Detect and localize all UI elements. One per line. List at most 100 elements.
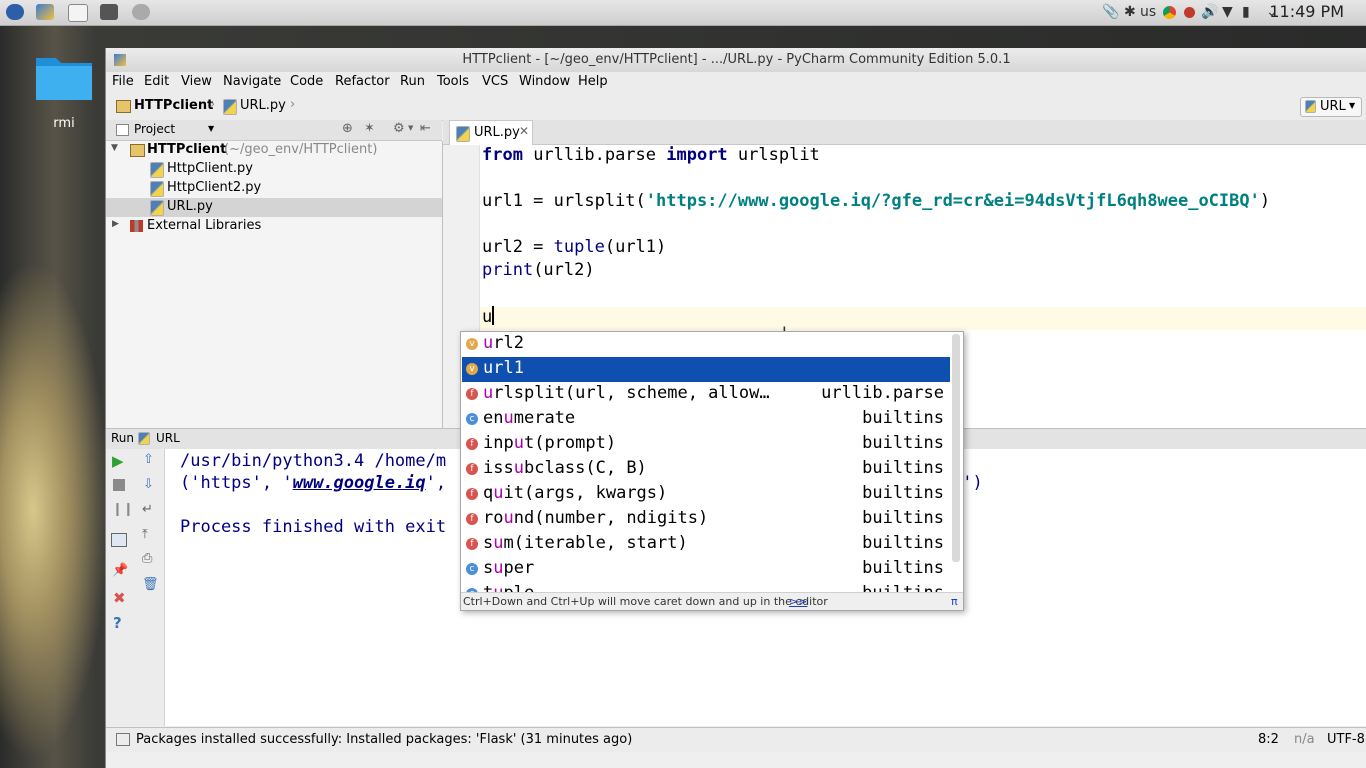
menu-help[interactable]: Help (578, 74, 608, 89)
tree-external-libraries[interactable]: ▶ External Libraries (106, 217, 442, 236)
console-link[interactable]: www.google.iq (293, 473, 426, 493)
layout-icon[interactable] (111, 533, 127, 547)
file-encoding[interactable]: UTF-8 (1327, 732, 1365, 747)
tree-file-selected[interactable]: URL.py (106, 198, 442, 217)
pin-icon[interactable]: 📌 (112, 563, 128, 578)
run-config-dropdown[interactable]: URL ▼ (1300, 97, 1362, 117)
terminal-icon[interactable] (100, 4, 118, 20)
caret-position[interactable]: 8:2 (1258, 732, 1279, 747)
keyboard-layout[interactable]: us (1140, 4, 1156, 20)
menu-edit[interactable]: Edit (144, 74, 169, 89)
completion-item[interactable]: f urlsplit(url, scheme, allow… urllib.pars… (462, 382, 950, 407)
completion-item[interactable]: f round(number, ndigits) builtins (462, 507, 950, 532)
wifi-icon[interactable]: ▼ (1222, 4, 1233, 20)
popup-scrollbar[interactable] (952, 334, 960, 562)
python-file-icon (150, 200, 164, 216)
completion-item-source: builtins (862, 483, 944, 503)
completion-item[interactable]: c enumerate builtins (462, 407, 950, 432)
completion-item[interactable]: f quit(args, kwargs) builtins (462, 482, 950, 507)
close-icon[interactable]: ✖ (113, 589, 126, 607)
project-panel-title[interactable]: Project (134, 122, 175, 136)
tree-file[interactable]: HttpClient.py (106, 160, 442, 179)
completion-item[interactable]: v url2 (462, 332, 950, 357)
wallpaper-detail (0, 260, 110, 760)
close-icon[interactable]: ✕ (519, 124, 529, 138)
gear-icon[interactable]: ⚙ (393, 121, 405, 136)
python-file-icon (150, 162, 164, 178)
tab-url-py[interactable]: URL.py ✕ (449, 120, 533, 145)
status-message[interactable]: Packages installed successfully: Install… (136, 732, 632, 747)
help-icon[interactable]: ? (113, 614, 122, 632)
collapse-icon[interactable]: ✶ (364, 121, 375, 136)
window-title: HTTPclient - [~/geo_env/HTTPclient] - ..… (462, 52, 1011, 67)
menu-navigate[interactable]: Navigate (223, 74, 281, 89)
record-icon[interactable] (1184, 7, 1195, 18)
code-completion-popup: v url2 v url1 f urlsplit(url, scheme, allow… u… (460, 331, 964, 611)
window-icon[interactable] (68, 4, 88, 22)
hide-panel-icon[interactable]: ⇤ (420, 121, 431, 136)
volume-icon[interactable]: 🔊 (1201, 4, 1218, 20)
pi-icon: π (951, 595, 958, 608)
title-bar[interactable]: HTTPclient - [~/geo_env/HTTPclient] - ..… (106, 48, 1366, 73)
arrow-up-icon[interactable]: ⇧ (143, 452, 154, 467)
locate-icon[interactable]: ⊕ (342, 121, 353, 136)
python-file-icon (456, 126, 470, 142)
pycharm-launcher-icon[interactable] (36, 4, 54, 20)
stop-icon[interactable] (113, 479, 125, 491)
completion-item-name: input(prompt) (483, 433, 617, 453)
breadcrumb-project[interactable]: HTTPclient (134, 98, 213, 113)
function-icon: f (466, 538, 478, 550)
tool-windows-icon[interactable] (116, 733, 130, 746)
tree-file-label: HttpClient.py (167, 161, 253, 176)
chevron-down-icon[interactable]: ▼ (408, 124, 413, 132)
menu-vcs[interactable]: VCS (482, 74, 508, 89)
menu-run[interactable]: Run (400, 74, 425, 89)
completion-item-name: round(number, ndigits) (483, 508, 709, 528)
menu-code[interactable]: Code (290, 74, 323, 89)
menu-file[interactable]: File (112, 74, 134, 89)
completion-item-name: url2 (483, 333, 524, 353)
expand-arrow-icon[interactable]: ▶ (112, 219, 119, 229)
clock[interactable]: 11:49 PM (1269, 2, 1344, 21)
expand-arrow-icon[interactable]: ▼ (111, 143, 118, 153)
completion-item[interactable]: f issubclass(C, B) builtins (462, 457, 950, 482)
code-line-current: u (482, 306, 495, 327)
popup-hint-link[interactable]: >> (789, 595, 807, 608)
code-line: print(url2) (482, 260, 595, 280)
project-panel-header: Project ▼ ⊕ ✶ ⚙ ▼ ⇤ (106, 120, 442, 141)
folder-icon (116, 100, 131, 113)
completion-item[interactable]: f input(prompt) builtins (462, 432, 950, 457)
chevron-down-icon[interactable]: ▼ (208, 124, 214, 133)
menu-view[interactable]: View (181, 74, 212, 89)
completion-item[interactable]: f sum(iterable, start) builtins (462, 532, 950, 557)
bluetooth-icon[interactable]: ✱ (1124, 4, 1136, 20)
tree-root[interactable]: ▼ HTTPclient (~/geo_env/HTTPclient) (106, 141, 442, 160)
chrome-icon[interactable] (1163, 6, 1176, 19)
menu-refactor[interactable]: Refactor (335, 74, 390, 89)
completion-item[interactable]: c super builtins (462, 557, 950, 582)
battery-icon[interactable]: ▮ (1242, 4, 1250, 20)
line-separator[interactable]: n/a (1294, 732, 1315, 747)
app-launcher-icon[interactable] (132, 4, 150, 20)
trash-icon[interactable]: 🗑 (142, 577, 159, 592)
desktop-folder-label[interactable]: rmi (44, 116, 84, 131)
scroll-end-icon[interactable]: ⤒ (142, 527, 148, 542)
soft-wrap-icon[interactable]: ↵ (142, 502, 153, 517)
run-config-name[interactable]: URL (156, 431, 180, 445)
menu-tools[interactable]: Tools (437, 74, 469, 89)
breadcrumb-file[interactable]: URL.py (240, 98, 286, 113)
print-icon[interactable]: ⎙ (142, 551, 152, 566)
completion-item[interactable]: v url1 (462, 357, 950, 382)
fedora-menu-icon[interactable] (6, 4, 24, 20)
paperclip-icon[interactable]: 📎 (1102, 4, 1119, 20)
pause-icon[interactable]: ❙❙ (112, 502, 134, 517)
rerun-icon[interactable]: ▶ (112, 452, 124, 470)
folder-icon[interactable] (34, 50, 94, 102)
tree-file[interactable]: HttpClient2.py (106, 179, 442, 198)
navigation-bar: HTTPclient › URL.py › URL ▼ (106, 94, 1366, 121)
run-panel-title[interactable]: Run (111, 431, 134, 445)
tree-root-label: HTTPclient (147, 142, 227, 157)
arrow-down-icon[interactable]: ⇩ (143, 477, 154, 492)
function-icon: f (466, 463, 478, 475)
menu-window[interactable]: Window (519, 74, 570, 89)
